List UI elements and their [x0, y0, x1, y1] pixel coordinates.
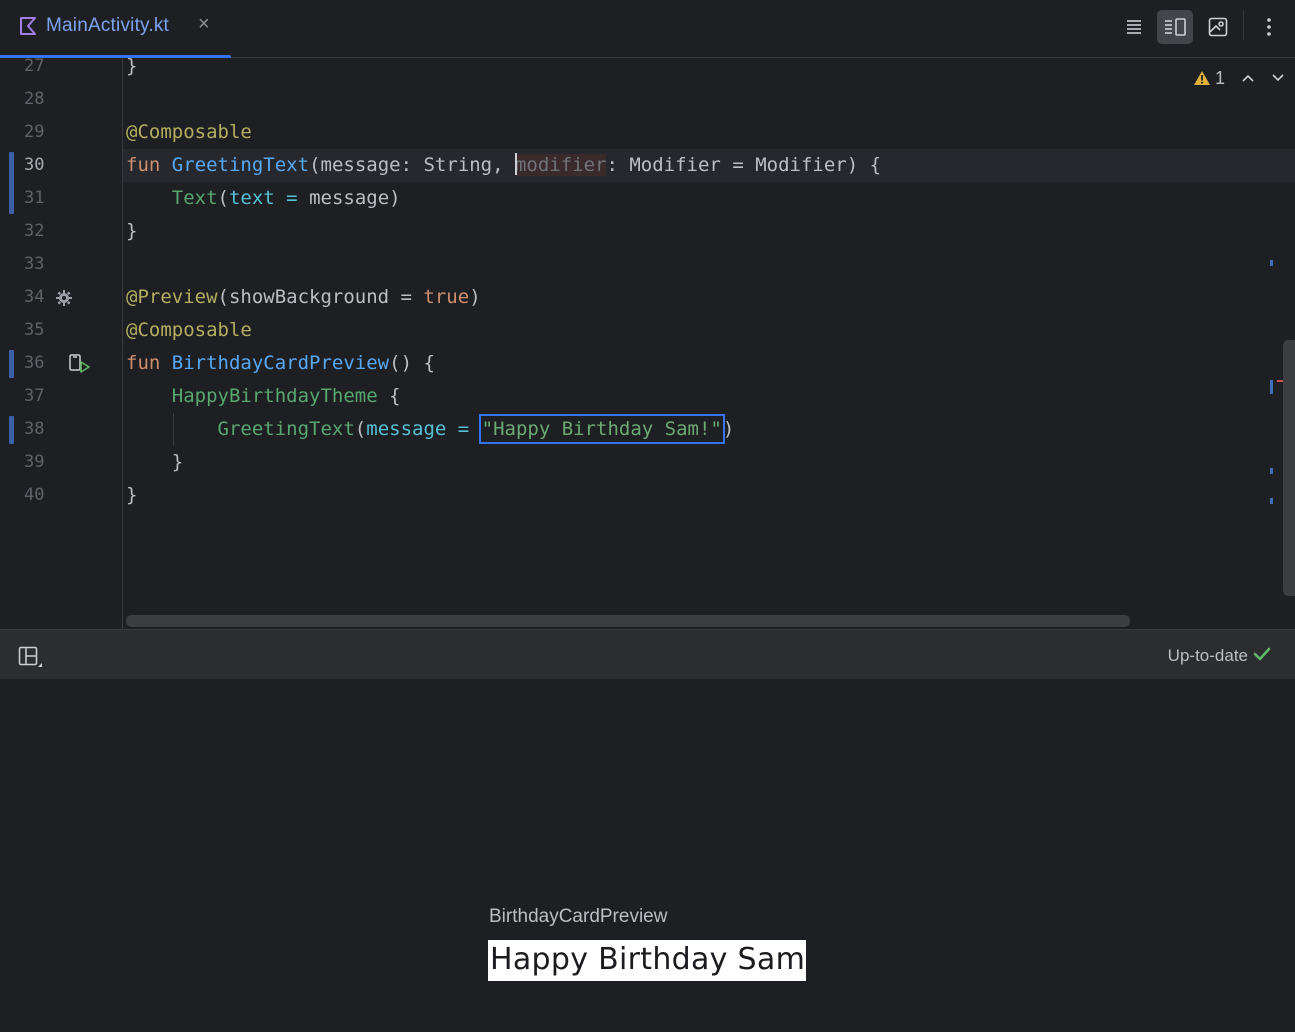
design-view-button[interactable]	[1200, 10, 1236, 44]
code-line-36[interactable]: fun BirthdayCardPreview() {	[126, 347, 435, 380]
line-number: 40	[24, 485, 45, 505]
split-view-button[interactable]	[1157, 10, 1193, 44]
function-call: HappyBirthdayTheme	[171, 385, 378, 407]
code-line-35[interactable]: @Composable	[126, 314, 252, 347]
vcs-change-marker[interactable]	[9, 416, 14, 444]
chevron-up-icon[interactable]	[1241, 73, 1255, 83]
horizontal-scrollbar[interactable]	[126, 615, 1130, 627]
closing-brace: }	[126, 58, 138, 77]
code-line-31[interactable]: Text(text = message)	[126, 182, 401, 215]
code-line-37[interactable]: HappyBirthdayTheme {	[126, 380, 401, 413]
check-icon	[1253, 647, 1271, 661]
error-stripe-mark[interactable]	[1270, 468, 1273, 474]
preview-status: Up-to-date	[1167, 646, 1248, 665]
paren: (	[217, 187, 229, 209]
paren: )	[469, 286, 481, 308]
kotlin-file-icon	[20, 17, 36, 35]
inspection-widget[interactable]: 1	[1193, 66, 1285, 90]
named-argument: message =	[366, 418, 470, 440]
unused-parameter[interactable]: modifier	[514, 154, 607, 176]
line-number: 31	[24, 188, 45, 208]
line-number: 39	[24, 452, 45, 472]
annotation: @Preview	[126, 286, 218, 308]
tab-filename: MainActivity.kt	[46, 15, 170, 36]
error-stripe-mark[interactable]	[1270, 260, 1273, 266]
line-number: 38	[24, 419, 45, 439]
closing-brace: }	[126, 484, 138, 506]
keyword: fun	[126, 352, 161, 374]
keyword: fun	[126, 154, 161, 176]
line-number: 33	[24, 254, 45, 274]
preview-render[interactable]: Happy Birthday Sam!	[488, 940, 806, 981]
gear-icon[interactable]	[55, 289, 73, 307]
gutter-divider	[122, 58, 123, 629]
split-view-icon	[1165, 18, 1186, 36]
error-stripe-mark[interactable]	[1270, 498, 1273, 504]
function-call: GreetingText	[217, 418, 355, 440]
annotation: @Composable	[126, 121, 252, 143]
editor-gutter[interactable]: 27 28 29 30 31 32 33 34 35 36 37 38 39 4…	[0, 58, 122, 629]
line-number: 27	[24, 58, 45, 76]
paren: )	[722, 418, 735, 440]
open-brace: {	[377, 385, 401, 407]
line-number: 36	[24, 353, 45, 373]
annotation: @Composable	[126, 319, 252, 341]
code-line-32[interactable]: }	[126, 215, 137, 248]
line-number: 35	[24, 320, 45, 340]
design-view-icon	[1208, 17, 1228, 37]
toolbar-separator	[1243, 10, 1244, 40]
code-line-39[interactable]: }	[126, 446, 183, 479]
line-number: 29	[24, 122, 45, 142]
line-number: 37	[24, 386, 45, 406]
vertical-scrollbar[interactable]	[1283, 340, 1295, 596]
warning-count: 1	[1215, 67, 1226, 88]
parameters: () {	[389, 352, 435, 374]
code-line-30[interactable]: fun GreetingText(message: String, modifi…	[126, 149, 881, 182]
editor-tab-bar: MainActivity.kt ×	[0, 0, 1295, 59]
code-line-38[interactable]: GreetingText(message = "Happy Birthday S…	[126, 413, 734, 446]
parameters: (message: String,	[309, 154, 515, 176]
more-options-icon	[1267, 18, 1271, 36]
function-name: BirthdayCardPreview	[171, 352, 390, 374]
preview-toolbar: Up-to-date	[0, 629, 1295, 679]
preview-title: BirthdayCardPreview	[489, 906, 668, 927]
string-literal-selected[interactable]: "Happy Birthday Sam!"	[478, 414, 725, 444]
closing-brace: }	[126, 220, 138, 242]
preview-rendered-text: Happy Birthday Sam!	[490, 942, 806, 977]
code-view-button[interactable]	[1116, 10, 1152, 44]
named-argument: text =	[228, 187, 298, 209]
text-caret	[514, 152, 517, 175]
boolean-literal: true	[423, 286, 470, 308]
code-editor[interactable]: 27 28 29 30 31 32 33 34 35 36 37 38 39 4…	[0, 58, 1295, 629]
run-preview-icon[interactable]	[68, 353, 92, 375]
more-options-button[interactable]	[1251, 10, 1287, 44]
layout-panel-icon[interactable]	[18, 646, 42, 668]
code-line-29[interactable]: @Composable	[126, 116, 252, 149]
close-icon[interactable]: ×	[198, 13, 210, 36]
tab-mainactivity[interactable]: MainActivity.kt ×	[0, 0, 231, 59]
code-view-icon	[1127, 20, 1141, 34]
line-number: 32	[24, 221, 45, 241]
error-stripe-mark[interactable]	[1270, 380, 1273, 394]
code-line-40[interactable]: }	[126, 479, 137, 512]
annotation-args: (showBackground =	[217, 286, 424, 308]
code-line-27[interactable]: }	[126, 58, 137, 83]
line-number: 34	[24, 287, 45, 307]
function-call: Text	[171, 187, 218, 209]
warning-icon	[1194, 71, 1210, 85]
closing-brace: }	[171, 451, 184, 473]
code-line-34[interactable]: @Preview(showBackground = true)	[126, 281, 481, 314]
vcs-change-marker[interactable]	[9, 350, 14, 378]
function-name: GreetingText	[171, 154, 310, 176]
argument: message)	[297, 187, 401, 209]
chevron-down-icon[interactable]	[1271, 73, 1285, 83]
vcs-change-marker[interactable]	[9, 152, 14, 214]
line-number-current: 30	[24, 155, 45, 175]
parameters: : Modifier = Modifier) {	[606, 154, 882, 176]
paren: (	[354, 418, 367, 440]
compose-preview-area[interactable]: BirthdayCardPreview Happy Birthday Sam!	[0, 679, 1295, 1032]
line-number: 28	[24, 89, 45, 109]
